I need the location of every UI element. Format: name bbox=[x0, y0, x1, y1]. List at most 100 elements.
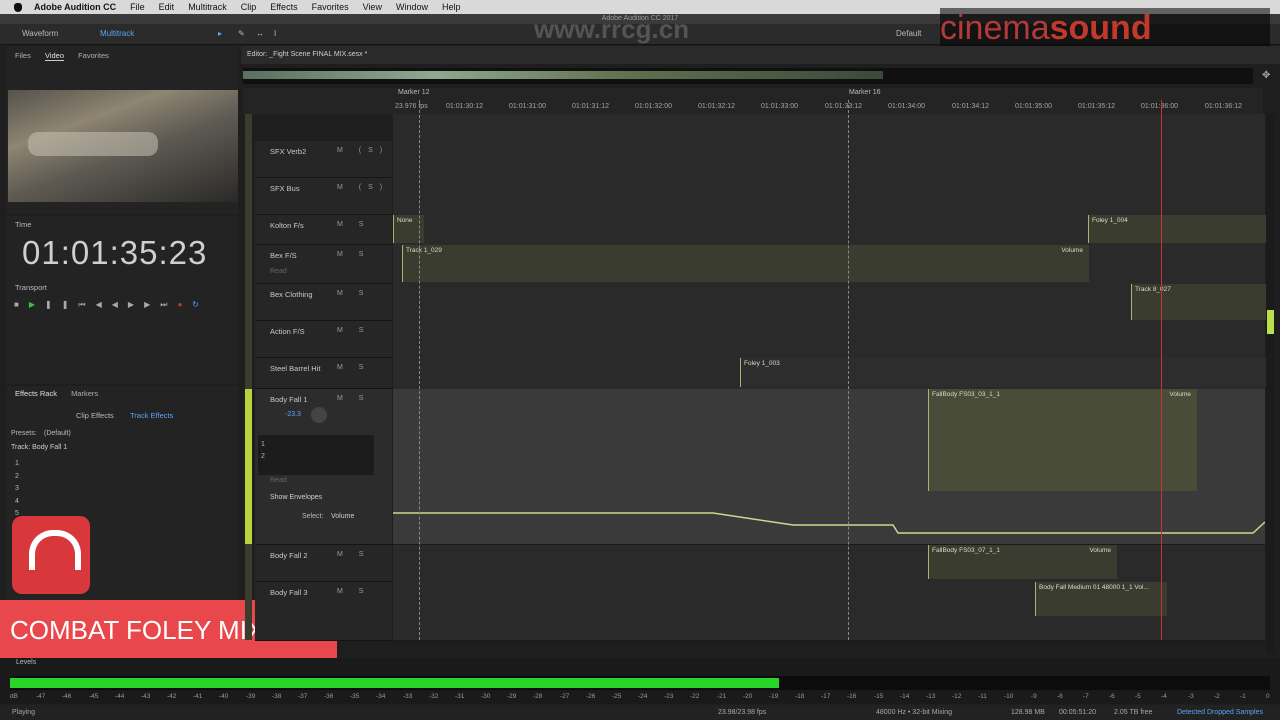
track-header-bex-fs[interactable]: Bex F/S M S Read bbox=[255, 245, 392, 284]
selected-track-strip bbox=[245, 389, 252, 544]
effects-tabs: Effects Rack Markers bbox=[6, 386, 238, 398]
tab-markers[interactable]: Markers bbox=[71, 389, 98, 398]
menu-help[interactable]: Help bbox=[442, 2, 461, 12]
mute-solo[interactable]: M (S) bbox=[337, 184, 389, 191]
rewind-start-icon[interactable]: ⏮ bbox=[78, 300, 95, 309]
mute-solo[interactable]: M S bbox=[337, 290, 370, 297]
ruler-tick: 01:01:35:00 bbox=[1015, 103, 1052, 110]
clip[interactable]: Track 1_029 Volume bbox=[402, 245, 1089, 282]
zoom-icon[interactable]: ✥ bbox=[1262, 70, 1274, 82]
track-header-sfx-bus[interactable]: SFX Bus M (S) bbox=[255, 178, 392, 215]
clip-label: Track 8_027 bbox=[1135, 286, 1171, 293]
effect-slot[interactable]: 4 bbox=[15, 496, 19, 509]
app-menu[interactable]: Adobe Audition CC bbox=[34, 2, 116, 12]
menu-clip[interactable]: Clip bbox=[241, 2, 257, 12]
track-header-kolton[interactable]: Kolton F/s M S bbox=[255, 215, 392, 245]
effect-slot[interactable]: 3 bbox=[15, 483, 19, 496]
clip[interactable]: FallBody FS03_03_1_1 Volume bbox=[928, 389, 1197, 491]
level-scale-label: -37 bbox=[298, 693, 308, 700]
tab-files[interactable]: Files bbox=[15, 51, 31, 60]
mute-solo[interactable]: M S bbox=[337, 327, 370, 334]
tab-video[interactable]: Video bbox=[44, 51, 64, 61]
effect-slot[interactable]: 1 bbox=[15, 458, 19, 471]
volume-envelope[interactable] bbox=[393, 495, 1265, 543]
track-header-body-fall-1[interactable]: Body Fall 1 M S -23.3 1 2 Read Show Envel… bbox=[255, 389, 392, 545]
level-scale-label: -13 bbox=[926, 693, 936, 700]
volume-value[interactable]: -23.3 bbox=[285, 411, 301, 418]
left-tabs: Files Video Favorites bbox=[6, 46, 238, 61]
track-header-bex-clothing[interactable]: Bex Clothing M S bbox=[255, 284, 392, 321]
status-warning[interactable]: Detected Dropped Samples bbox=[1177, 709, 1263, 716]
tab-favorites[interactable]: Favorites bbox=[78, 51, 109, 60]
read-mode[interactable]: Read bbox=[270, 477, 287, 484]
mute-solo[interactable]: M S bbox=[337, 588, 370, 595]
show-envelopes-button[interactable]: Show Envelopes bbox=[270, 494, 322, 501]
clip-volume: Volume bbox=[1169, 391, 1191, 398]
menu-favorites[interactable]: Favorites bbox=[312, 2, 349, 12]
record-icon[interactable]: ● bbox=[177, 300, 192, 309]
play-icon[interactable]: ▶ bbox=[29, 300, 45, 309]
rewind-icon[interactable]: ◀◀ bbox=[96, 300, 128, 309]
track-effects-tab[interactable]: Track Effects bbox=[130, 411, 173, 420]
playhead[interactable] bbox=[1161, 100, 1162, 640]
apple-icon[interactable] bbox=[14, 2, 22, 12]
level-scale-label: -16 bbox=[847, 693, 857, 700]
level-scale-label: dB bbox=[10, 693, 18, 700]
clip[interactable]: FallBody FS03_07_1_1 Volume bbox=[928, 545, 1117, 579]
mute-solo[interactable]: M S bbox=[337, 551, 370, 558]
clip-label: Foley 1_004 bbox=[1092, 217, 1128, 224]
clip-effects-tab[interactable]: Clip Effects bbox=[76, 411, 114, 420]
effect-slot[interactable]: 2 bbox=[15, 471, 19, 484]
menu-file[interactable]: File bbox=[130, 2, 145, 12]
forward-icon[interactable]: ▶▶ bbox=[128, 300, 160, 309]
pause-icon[interactable]: ❚❚ bbox=[45, 300, 78, 309]
video-preview bbox=[8, 90, 238, 202]
status-bar: Playing 23.98/23.98 fps 48000 Hz • 32-bi… bbox=[0, 705, 1280, 720]
clip[interactable]: Track 8_027 bbox=[1131, 284, 1266, 320]
clip-volume: Volume bbox=[1061, 247, 1083, 254]
time-selection-icon[interactable]: I bbox=[274, 28, 276, 40]
forward-end-icon[interactable]: ⏭ bbox=[160, 300, 177, 309]
ruler-tick: 01:01:34:12 bbox=[952, 103, 989, 110]
marker-16[interactable]: Marker 16 bbox=[849, 89, 881, 96]
clip[interactable]: Foley 1_004 bbox=[1088, 215, 1266, 243]
track-header-body-fall-3[interactable]: Body Fall 3 M S bbox=[255, 582, 392, 641]
mute-solo[interactable]: M S bbox=[337, 395, 370, 402]
pan-knob[interactable] bbox=[311, 407, 327, 423]
overview-bar[interactable] bbox=[243, 68, 1253, 84]
fx-slot[interactable]: 2 bbox=[261, 453, 265, 460]
fx-slot[interactable]: 1 bbox=[261, 441, 265, 448]
track-header-action-fs[interactable]: Action F/S M S bbox=[255, 321, 392, 358]
menu-view[interactable]: View bbox=[363, 2, 382, 12]
menu-effects[interactable]: Effects bbox=[270, 2, 297, 12]
menu-window[interactable]: Window bbox=[396, 2, 428, 12]
razor-tool-icon[interactable]: ✎ bbox=[238, 28, 245, 40]
multitrack-button[interactable]: Multitrack bbox=[100, 28, 134, 40]
track-header-steel-barrel[interactable]: Steel Barrel Hit M S bbox=[255, 358, 392, 389]
mute-solo[interactable]: M S bbox=[337, 251, 370, 258]
mute-solo[interactable]: M (S) bbox=[337, 147, 389, 154]
select-envelope-dropdown[interactable]: Volume bbox=[331, 513, 354, 520]
read-mode[interactable]: Read bbox=[270, 268, 287, 275]
marker-12[interactable]: Marker 12 bbox=[398, 89, 430, 96]
watermark-url: www.rrcg.cn bbox=[534, 14, 690, 44]
waveform-button[interactable]: Waveform bbox=[22, 28, 58, 40]
loop-icon[interactable]: ↻ bbox=[192, 300, 209, 309]
timeline-ruler[interactable]: Marker 12 Marker 16 23.976 fps bbox=[243, 88, 1263, 114]
track-header-body-fall-2[interactable]: Body Fall 2 M S bbox=[255, 545, 392, 582]
status-fps: 23.98/23.98 fps bbox=[718, 709, 767, 716]
clip[interactable]: Body Fall Medium 01 48000 1_1 Vol... bbox=[1035, 582, 1167, 616]
presets-select[interactable]: (Default) bbox=[44, 430, 178, 437]
tab-effects-rack[interactable]: Effects Rack bbox=[15, 389, 57, 398]
mute-solo[interactable]: M S bbox=[337, 221, 370, 228]
menu-multitrack[interactable]: Multitrack bbox=[188, 2, 227, 12]
clip[interactable]: Foley 1_003 bbox=[740, 358, 1266, 387]
menu-edit[interactable]: Edit bbox=[159, 2, 175, 12]
move-tool-icon[interactable]: ▸ bbox=[218, 28, 222, 40]
mute-solo[interactable]: M S bbox=[337, 364, 370, 371]
workspace-label[interactable]: Default bbox=[896, 28, 921, 40]
slip-tool-icon[interactable]: ↔ bbox=[256, 28, 264, 40]
status-state: Playing bbox=[12, 709, 35, 716]
stop-icon[interactable]: ■ bbox=[14, 300, 29, 309]
track-header-sfx-verb2[interactable]: SFX Verb2 M (S) bbox=[255, 141, 392, 178]
